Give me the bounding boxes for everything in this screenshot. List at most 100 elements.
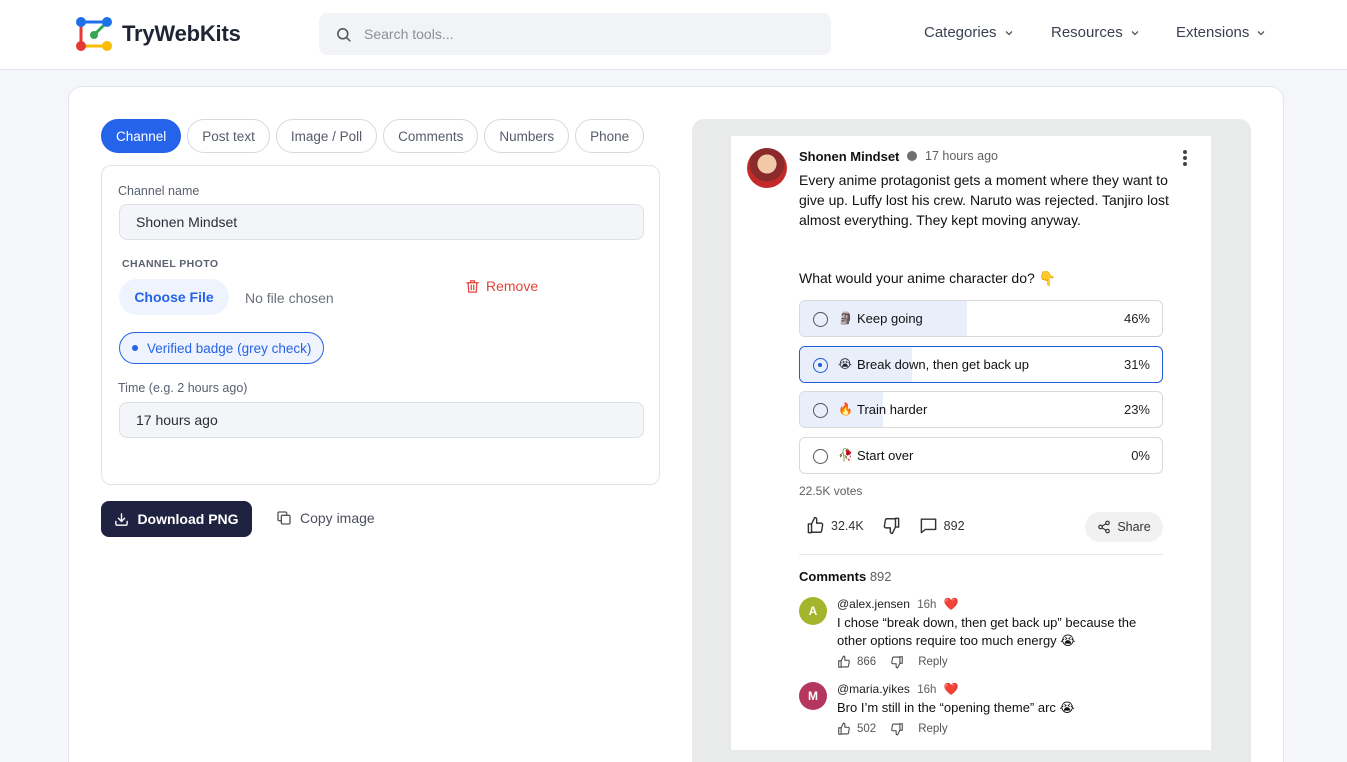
comment-text: Bro I’m still in the “opening theme” arc… (837, 700, 1075, 715)
option-label: Break down, then get back up (857, 357, 1030, 372)
tab-phone[interactable]: Phone (575, 119, 645, 153)
option-emoji: 🗿 (838, 311, 853, 325)
copy-icon (277, 511, 291, 525)
option-percent: 23% (1123, 402, 1150, 417)
radio-icon (813, 312, 828, 327)
preview-channel-name: Shonen Mindset (799, 149, 900, 164)
creator-heart-icon: ❤️ (943, 597, 959, 611)
share-label: Share (1117, 520, 1151, 534)
option-emoji: 🔥 (838, 402, 853, 416)
time-field[interactable]: 17 hours ago (119, 402, 644, 438)
thumbs-up-icon[interactable] (837, 722, 851, 736)
no-file-text: No file chosen (245, 290, 334, 306)
vote-count: 22.5K votes (799, 484, 863, 498)
comment-actions: 502 Reply (837, 722, 948, 736)
reply-button[interactable]: Reply (918, 723, 947, 735)
remove-label: Remove (486, 278, 539, 294)
more-options-icon[interactable] (1180, 150, 1190, 168)
radio-icon (813, 449, 828, 464)
nav-resources-label: Resources (1051, 24, 1123, 41)
channel-photo-label: CHANNEL PHOTO (122, 258, 219, 270)
creator-heart-icon: ❤️ (943, 682, 959, 696)
chevron-down-icon (1005, 30, 1012, 35)
channel-name-field[interactable]: Shonen Mindset (119, 204, 644, 240)
comment-handle: @maria.yikes (837, 682, 910, 696)
comment-icon[interactable] (919, 516, 938, 535)
editor-tabs: Channel Post text Image / Poll Comments … (101, 119, 645, 153)
thumbs-up-icon[interactable] (806, 516, 825, 535)
comment-header: @maria.yikes 16h ❤️ (837, 682, 959, 696)
nav-categories[interactable]: Categories (924, 24, 1015, 41)
poll-option-3[interactable]: 🔥 Train harder 23% (799, 391, 1163, 428)
radio-selected-icon (813, 358, 828, 373)
choose-file-button[interactable]: Choose File (119, 279, 229, 315)
tab-image-poll[interactable]: Image / Poll (275, 119, 378, 153)
comment-actions: 866 Reply (837, 655, 948, 669)
download-icon (115, 512, 129, 526)
chevron-down-icon (1131, 30, 1139, 35)
remove-photo-button[interactable]: Remove (465, 278, 538, 294)
channel-avatar (747, 148, 787, 188)
divider (799, 554, 1163, 555)
option-percent: 31% (1123, 357, 1150, 372)
comment-time: 16h (917, 684, 937, 696)
option-label: Start over (857, 448, 914, 463)
verified-badge-label: Verified badge (grey check) (147, 340, 312, 356)
thumbs-down-icon[interactable] (890, 722, 904, 736)
search-icon (337, 27, 351, 42)
thumbs-down-icon[interactable] (882, 516, 901, 535)
download-label: Download PNG (137, 511, 239, 527)
tab-numbers[interactable]: Numbers (484, 119, 570, 153)
download-png-button[interactable]: Download PNG (101, 501, 252, 537)
time-label: Time (e.g. 2 hours ago) (118, 381, 248, 395)
share-icon (1098, 520, 1111, 534)
comment-handle: @alex.jensen (837, 597, 910, 611)
toggle-dot-icon (132, 345, 138, 351)
top-header: TryWebKits Categories Resources Extensio… (0, 0, 1347, 70)
option-emoji: 🥀 (838, 448, 853, 462)
radio-icon (813, 403, 828, 418)
poll-option-2[interactable]: 😭 Break down, then get back up 31% (799, 346, 1163, 383)
option-emoji: 😭 (838, 357, 853, 371)
channel-form-panel: Channel name Shonen Mindset CHANNEL PHOT… (101, 165, 660, 485)
share-button[interactable]: Share (1085, 512, 1163, 542)
search-input[interactable] (364, 26, 784, 42)
trash-icon (466, 279, 479, 293)
preview-time: 17 hours ago (925, 149, 998, 163)
option-label: Train harder (857, 402, 928, 417)
tab-channel[interactable]: Channel (101, 119, 182, 153)
tab-post-text[interactable]: Post text (187, 119, 270, 153)
nav-categories-label: Categories (924, 24, 997, 41)
verified-check-icon (907, 151, 917, 161)
logo-icon (76, 17, 112, 51)
comment-count: 892 (943, 518, 965, 533)
option-percent: 0% (1131, 448, 1150, 463)
nav-extensions-label: Extensions (1176, 24, 1250, 41)
poll-question: What would your anime character do? 👇 (799, 270, 1057, 286)
nav-resources[interactable]: Resources (1051, 24, 1141, 41)
search-bar[interactable] (319, 13, 831, 55)
nav-extensions[interactable]: Extensions (1176, 24, 1267, 41)
reply-button[interactable]: Reply (918, 656, 947, 668)
logo-text: TryWebKits (122, 21, 241, 46)
post-text: Every anime protagonist gets a moment wh… (799, 172, 1169, 228)
poll-option-1[interactable]: 🗿 Keep going 46% (799, 300, 1163, 337)
logo[interactable]: TryWebKits (74, 15, 241, 53)
comment-avatar: A (799, 597, 827, 625)
copy-image-button[interactable]: Copy image (276, 510, 375, 526)
comments-header: Comments 892 (799, 569, 892, 584)
comment-like-count: 866 (857, 656, 877, 668)
verified-badge-toggle[interactable]: Verified badge (grey check) (119, 332, 325, 364)
comments-total: 892 (869, 569, 892, 584)
comment-avatar: M (799, 682, 827, 710)
comment-header: @alex.jensen 16h ❤️ (837, 597, 959, 611)
like-count: 32.4K (831, 518, 864, 533)
post-actions: 32.4K 892 (806, 516, 965, 535)
option-label: Keep going (857, 311, 923, 326)
thumbs-up-icon[interactable] (837, 655, 851, 669)
thumbs-down-icon[interactable] (890, 655, 904, 669)
tab-comments[interactable]: Comments (383, 119, 479, 153)
channel-name-label: Channel name (118, 184, 200, 198)
poll-option-4[interactable]: 🥀 Start over 0% (799, 437, 1163, 474)
option-percent: 46% (1123, 311, 1150, 326)
